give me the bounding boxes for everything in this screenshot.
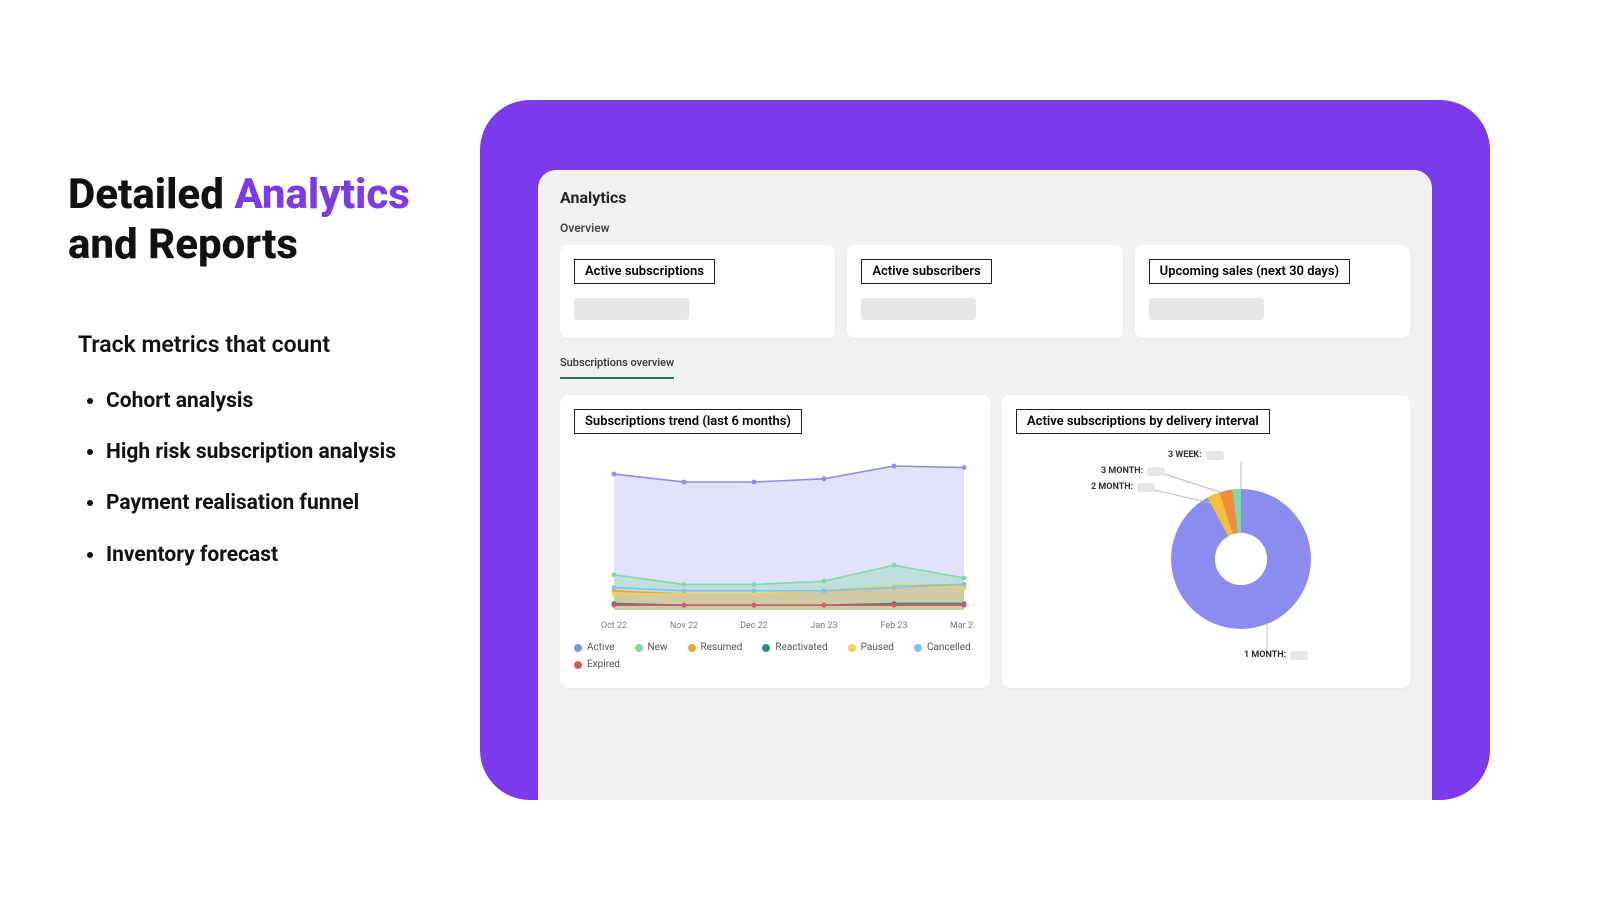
chart-title: Active subscriptions by delivery interva…: [1016, 409, 1270, 434]
donut-label-3week: 3 WEEK:: [1168, 450, 1224, 460]
screenshot-frame: Analytics Overview Active subscriptions …: [480, 100, 1490, 800]
svg-text:Feb 23: Feb 23: [880, 621, 907, 631]
legend-item: Resumed: [688, 642, 743, 653]
chart-card-donut: Active subscriptions by delivery interva…: [1002, 395, 1410, 688]
legend-item: Paused: [848, 642, 894, 653]
trend-legend: Active New Resumed Reactivated Paused Cancell…: [574, 642, 976, 670]
donut-label-2month: 2 MONTH:: [1091, 482, 1155, 492]
svg-text:Jan 23: Jan 23: [810, 621, 837, 631]
skeleton-placeholder: [574, 298, 689, 320]
heading-accent: Analytics: [234, 170, 409, 219]
dashboard-window: Analytics Overview Active subscriptions …: [538, 170, 1432, 800]
tab-subscriptions-overview[interactable]: Subscriptions overview: [560, 350, 674, 379]
list-item: Inventory forecast: [106, 542, 450, 569]
subheading: Track metrics that count: [68, 331, 450, 358]
metric-label: Active subscribers: [861, 259, 991, 284]
legend-item: New: [635, 642, 668, 653]
dashboard-title: Analytics: [560, 188, 1410, 207]
legend-item: Cancelled: [914, 642, 971, 653]
donut-chart: [1016, 444, 1396, 664]
legend-item: Reactivated: [762, 642, 827, 653]
chart-card-trend: Subscriptions trend (last 6 months) Oct …: [560, 395, 990, 688]
metric-label: Upcoming sales (next 30 days): [1149, 259, 1350, 284]
list-item: High risk subscription analysis: [106, 439, 450, 466]
dashboard-subtitle: Overview: [560, 221, 1410, 235]
legend-item: Active: [574, 642, 615, 653]
metric-card-active-subscriptions[interactable]: Active subscriptions: [560, 245, 835, 338]
feature-list: Cohort analysis High risk subscription a…: [68, 388, 450, 569]
skeleton-placeholder: [861, 298, 976, 320]
svg-text:Oct 22: Oct 22: [601, 621, 627, 631]
page-heading: Detailed Analytics and Reports: [68, 170, 450, 271]
legend-item: Expired: [574, 659, 620, 670]
heading-prefix: Detailed: [68, 170, 234, 219]
donut-label-3month: 3 MONTH:: [1101, 466, 1165, 476]
chart-title: Subscriptions trend (last 6 months): [574, 409, 802, 434]
donut-label-1month: 1 MONTH:: [1244, 650, 1308, 660]
trend-chart: Oct 22 Nov 22 Dec 22 Jan 23 Feb 23 Mar 23: [574, 444, 974, 634]
skeleton-placeholder: [1149, 298, 1264, 320]
heading-suffix: and Reports: [68, 220, 298, 269]
metric-label: Active subscriptions: [574, 259, 715, 284]
svg-text:Nov 22: Nov 22: [670, 621, 698, 631]
svg-text:Dec 22: Dec 22: [740, 621, 768, 631]
svg-text:Mar 23: Mar 23: [950, 621, 974, 631]
list-item: Cohort analysis: [106, 388, 450, 415]
list-item: Payment realisation funnel: [106, 490, 450, 517]
metric-card-upcoming-sales[interactable]: Upcoming sales (next 30 days): [1135, 245, 1410, 338]
metric-card-active-subscribers[interactable]: Active subscribers: [847, 245, 1122, 338]
